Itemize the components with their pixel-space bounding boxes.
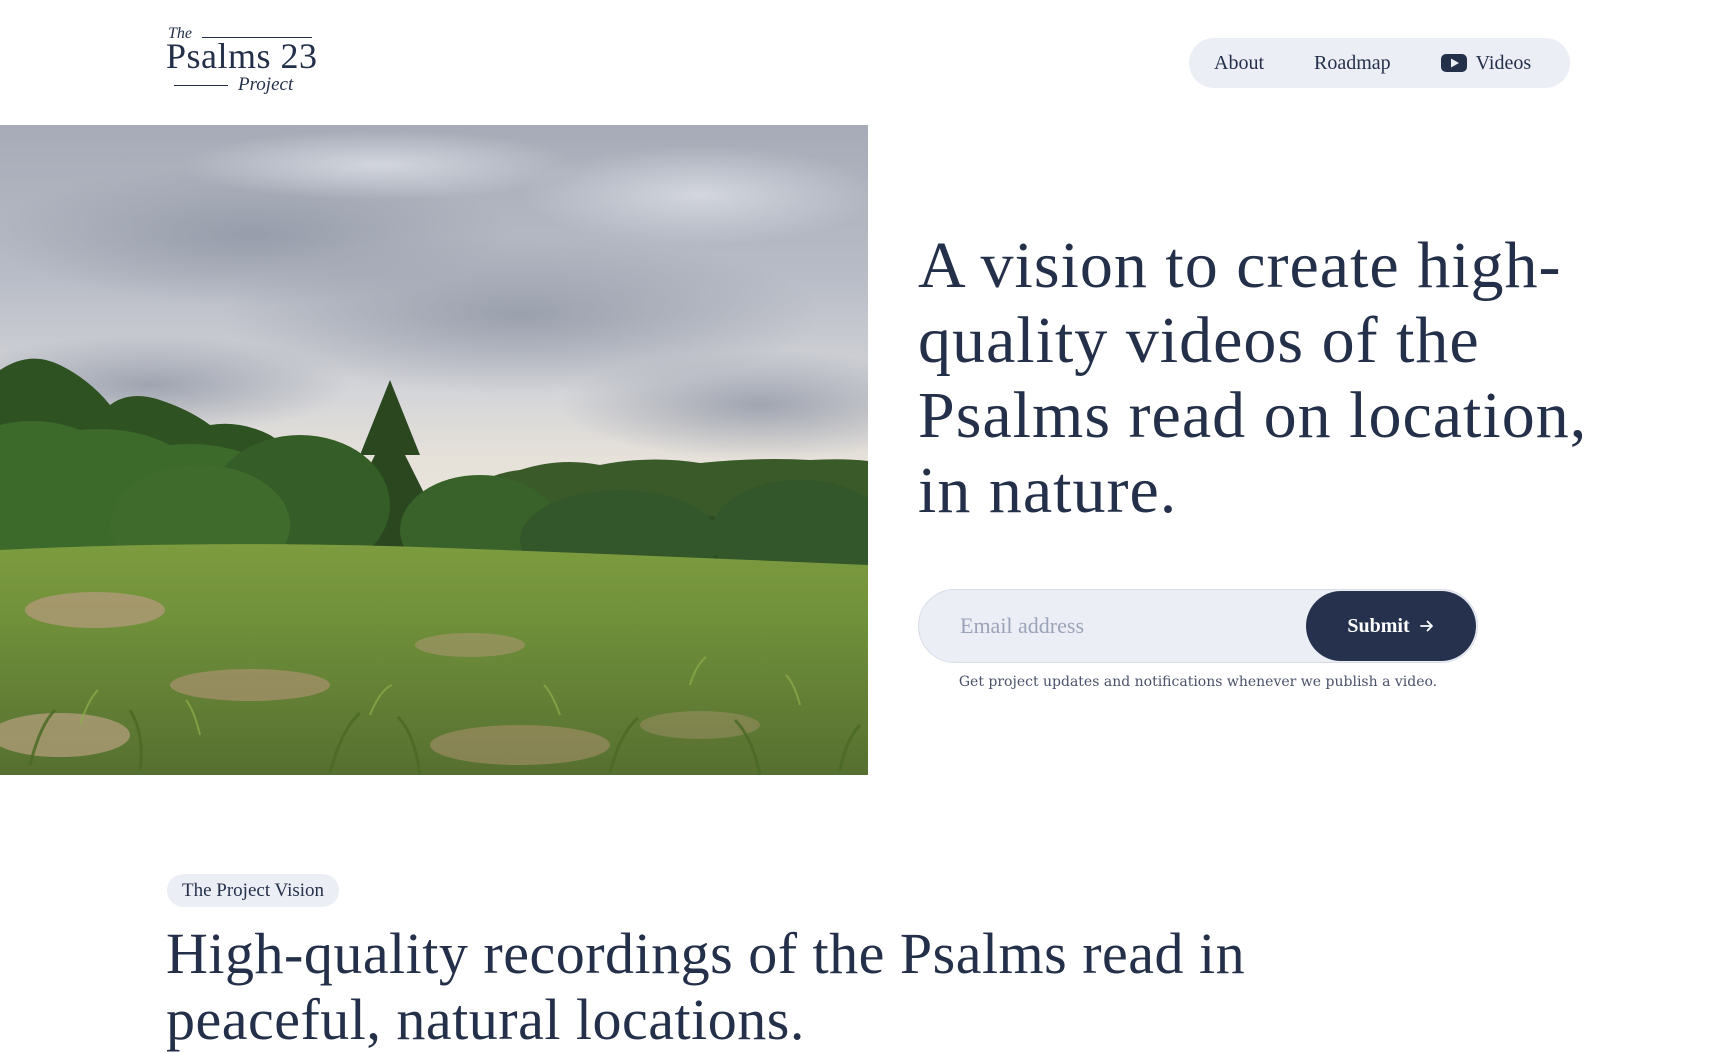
nav-item-roadmap[interactable]: Roadmap: [1314, 52, 1391, 75]
logo-main-text: Psalms 23: [166, 36, 318, 76]
section-badge: The Project Vision: [167, 874, 340, 907]
submit-button[interactable]: Submit: [1306, 591, 1476, 661]
nav-item-videos[interactable]: Videos: [1440, 51, 1532, 75]
email-input[interactable]: [919, 590, 1299, 662]
hero-meadow-image: [0, 125, 868, 775]
logo-rule-bottom: [174, 85, 228, 86]
nav-item-roadmap-label: Roadmap: [1314, 51, 1391, 74]
section-title: High-quality recordings of the Psalms re…: [166, 921, 1246, 1052]
signup-note: Get project updates and notifications wh…: [958, 674, 1438, 690]
signup-form: Submit: [918, 589, 1478, 663]
nav-item-videos-label: Videos: [1475, 51, 1532, 74]
youtube-icon: [1440, 53, 1467, 73]
hero-title: A vision to create high-quality videos o…: [918, 229, 1588, 527]
arrow-right-icon: [1419, 618, 1435, 634]
logo-project-text: Project: [238, 74, 294, 95]
nav-item-about-label: About: [1214, 51, 1264, 74]
nav-item-about[interactable]: About: [1214, 52, 1264, 75]
site-logo[interactable]: The Psalms 23 Project: [166, 24, 338, 102]
submit-button-label: Submit: [1347, 614, 1410, 637]
main-nav: About Roadmap Videos: [1189, 38, 1570, 88]
